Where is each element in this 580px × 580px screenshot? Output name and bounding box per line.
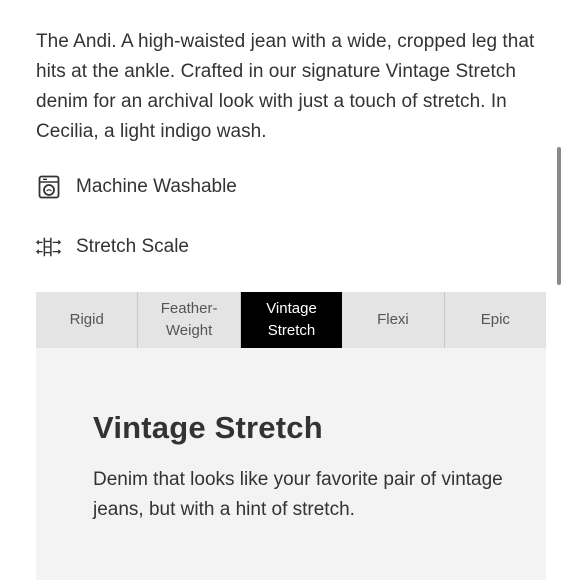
feature-label[interactable]: Stretch Scale (76, 236, 189, 258)
stretch-scale-tabs: Rigid Feather- Weight Vintage Stretch Fl… (36, 292, 546, 348)
product-description: The Andi. A high-waisted jean with a wid… (36, 31, 535, 142)
tab-vintage-stretch[interactable]: Vintage Stretch (240, 292, 343, 348)
tab-feather-weight[interactable]: Feather- Weight (138, 292, 241, 348)
tab-flexi[interactable]: Flexi (342, 292, 445, 348)
feature-stretch-scale: Stretch Scale (36, 234, 189, 260)
stretch-scale-icon (36, 234, 62, 260)
stretch-detail-title: Vintage Stretch (93, 410, 323, 445)
product-details-page: The Andi. A high-waisted jean with a wid… (0, 0, 580, 580)
stretch-detail-panel: Vintage Stretch Denim that looks like yo… (36, 348, 546, 580)
stretch-detail-description: Denim that looks like your favorite pair… (93, 469, 503, 520)
tab-rigid[interactable]: Rigid (36, 292, 139, 348)
feature-label: Machine Washable (76, 176, 237, 197)
feature-machine-washable: Machine Washable (36, 174, 237, 200)
tab-epic[interactable]: Epic (445, 292, 546, 348)
scrollbar-thumb[interactable] (557, 147, 561, 285)
washing-machine-icon (36, 174, 62, 200)
